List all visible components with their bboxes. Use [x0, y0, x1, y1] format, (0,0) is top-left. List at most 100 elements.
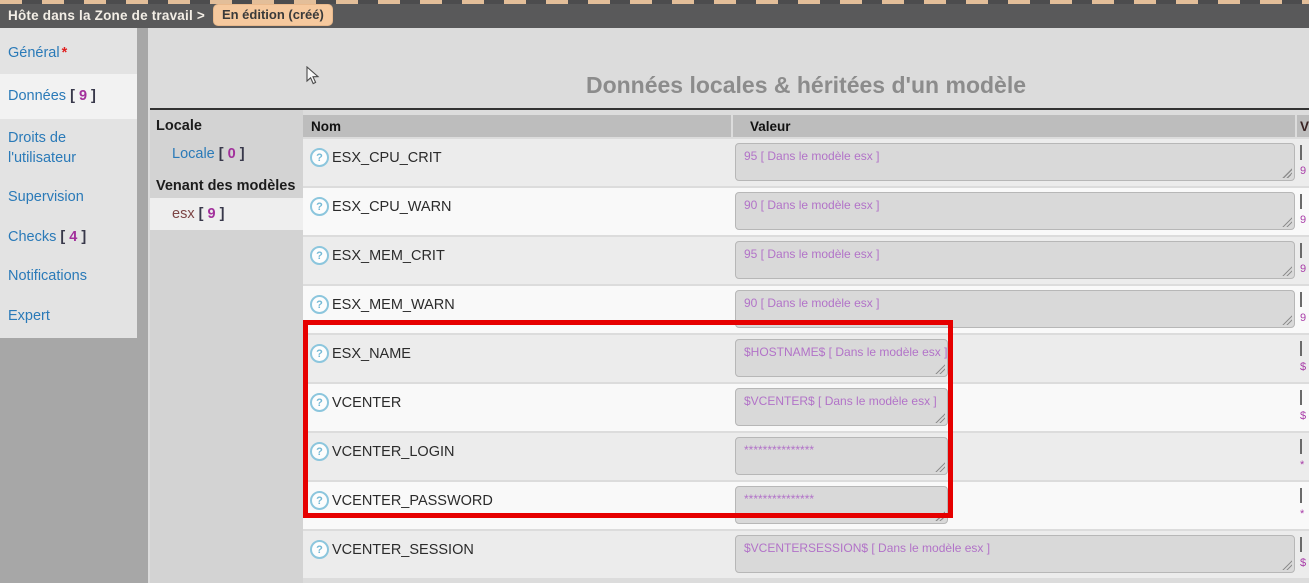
- clipped-textarea-edge: [1300, 537, 1302, 552]
- clipped-inherited-value: $: [1300, 557, 1306, 569]
- value-textarea[interactable]: $VCENTER$ [ Dans le modèle esx ]: [735, 388, 948, 426]
- item-label: Données: [8, 88, 66, 104]
- help-icon[interactable]: ?: [310, 148, 329, 167]
- breadcrumb: Hôte dans la Zone de travail >: [8, 8, 205, 23]
- value-textarea[interactable]: $VCENTERSESSION$ [ Dans le modèle esx ]: [735, 535, 1295, 573]
- item-label: Droits de l'utilisateur: [8, 130, 76, 166]
- inherited-value-cell-clipped: 9: [1297, 286, 1309, 333]
- value-textarea[interactable]: $HOSTNAME$ [ Dans le modèle esx ]: [735, 339, 948, 377]
- help-icon[interactable]: ?: [310, 295, 329, 314]
- clipped-inherited-value: 9: [1300, 214, 1306, 226]
- inherited-value-cell-clipped: $: [1297, 335, 1309, 382]
- resize-grip-icon[interactable]: [1282, 168, 1292, 178]
- help-icon[interactable]: ?: [310, 246, 329, 265]
- item-label: esx: [172, 206, 195, 222]
- item-count: 9: [207, 206, 215, 222]
- column-header-valeur: Valeur: [733, 115, 1295, 137]
- resize-grip-icon[interactable]: [1282, 560, 1292, 570]
- sidebar-item-notifications[interactable]: Notifications: [0, 257, 137, 297]
- table-row: ?VCENTER_LOGIN****************: [303, 433, 1309, 480]
- item-count: ]: [77, 229, 86, 245]
- value-textarea[interactable]: 90 [ Dans le modèle esx ]: [735, 290, 1295, 328]
- item-count: [: [195, 206, 208, 222]
- variable-name: ESX_MEM_WARN: [332, 297, 455, 313]
- help-icon[interactable]: ?: [310, 344, 329, 363]
- item-label: Expert: [8, 308, 50, 324]
- clipped-textarea-edge: [1300, 194, 1302, 209]
- item-label: Checks: [8, 229, 56, 245]
- variable-name: ESX_NAME: [332, 346, 411, 362]
- variable-name: ESX_MEM_CRIT: [332, 248, 445, 264]
- column-header-clipped: V: [1297, 115, 1309, 137]
- value-textarea[interactable]: ***************: [735, 486, 948, 524]
- clipped-inherited-value: $: [1300, 361, 1306, 373]
- panel-item-locale[interactable]: Locale [ 0 ]: [150, 138, 303, 170]
- clipped-textarea-edge: [1300, 145, 1302, 160]
- status-badge: En édition (créé): [213, 4, 333, 26]
- item-count: [: [215, 146, 228, 162]
- help-icon[interactable]: ?: [310, 540, 329, 559]
- value-textarea[interactable]: 95 [ Dans le modèle esx ]: [735, 241, 1295, 279]
- variable-name: VCENTER_PASSWORD: [332, 493, 493, 509]
- value-textarea[interactable]: ***************: [735, 437, 948, 475]
- inherited-value-cell-clipped: 9: [1297, 237, 1309, 284]
- app-window: Hôte dans la Zone de travail > En éditio…: [0, 0, 1309, 583]
- inherited-value-cell-clipped: $: [1297, 531, 1309, 578]
- item-label: Supervision: [8, 189, 84, 205]
- variable-name: ESX_CPU_WARN: [332, 199, 452, 215]
- item-label: Locale: [172, 146, 215, 162]
- column-header-nom: Nom: [303, 115, 731, 137]
- required-asterisk: *: [62, 45, 68, 61]
- sidebar-item-supervision[interactable]: Supervision: [0, 178, 137, 218]
- item-count: [: [66, 88, 79, 104]
- sidebar-item-expert[interactable]: Expert: [0, 297, 137, 337]
- clipped-inherited-value: 9: [1300, 165, 1306, 177]
- table-row: ?ESX_MEM_WARN 90 [ Dans le modèle esx ] 9: [303, 286, 1309, 333]
- help-icon[interactable]: ?: [310, 197, 329, 216]
- clipped-inherited-value: 9: [1300, 312, 1306, 324]
- clipped-textarea-edge: [1300, 292, 1302, 307]
- item-count: 0: [228, 146, 236, 162]
- variable-name: VCENTER_LOGIN: [332, 444, 454, 460]
- clipped-inherited-value: *: [1300, 459, 1304, 471]
- resize-grip-icon[interactable]: [935, 364, 945, 374]
- sidebar-item-droits[interactable]: Droits de l'utilisateur: [0, 119, 137, 178]
- resize-grip-icon[interactable]: [935, 462, 945, 472]
- table-row: ?ESX_CPU_CRIT95 [ Dans le modèle esx ]9: [303, 139, 1309, 186]
- panel-section-header: Locale: [150, 110, 303, 138]
- clipped-inherited-value: $: [1300, 410, 1306, 422]
- resize-grip-icon[interactable]: [935, 413, 945, 423]
- variable-name: VCENTER_SESSION: [332, 542, 474, 558]
- table-row: ?ESX_NAME $HOSTNAME$ [ Dans le modèle esx…: [303, 335, 1309, 382]
- help-icon[interactable]: ?: [310, 491, 329, 510]
- resize-grip-icon[interactable]: [935, 511, 945, 521]
- help-icon[interactable]: ?: [310, 393, 329, 412]
- inherited-value-cell-clipped: 9: [1297, 139, 1309, 186]
- inherited-value-cell-clipped: *: [1297, 433, 1309, 480]
- clipped-textarea-edge: [1300, 488, 1302, 503]
- resize-grip-icon[interactable]: [1282, 266, 1292, 276]
- item-label: Général: [8, 45, 60, 61]
- value-textarea[interactable]: 90 [ Dans le modèle esx ]: [735, 192, 1295, 230]
- sidebar-item-general[interactable]: Général*: [0, 34, 137, 74]
- table-row: ?VCENTER_PASSWORD****************: [303, 482, 1309, 529]
- inherited-value-cell-clipped: *: [1297, 482, 1309, 529]
- top-bar: Hôte dans la Zone de travail > En éditio…: [0, 0, 1309, 28]
- help-icon[interactable]: ?: [310, 442, 329, 461]
- panel-item-esx[interactable]: esx [ 9 ]: [150, 198, 303, 230]
- item-count: [: [56, 229, 69, 245]
- sidebar-item-donnees[interactable]: Données [ 9 ]: [0, 74, 137, 120]
- table-header: Nom Valeur V: [303, 115, 1309, 137]
- sidebar-item-checks[interactable]: Checks [ 4 ]: [0, 218, 137, 258]
- item-label: Notifications: [8, 268, 87, 284]
- item-count: ]: [87, 88, 96, 104]
- resize-grip-icon[interactable]: [1282, 217, 1292, 227]
- clipped-inherited-value: *: [1300, 508, 1304, 520]
- clipped-inherited-value: 9: [1300, 263, 1306, 275]
- sidebar: Général*Données [ 9 ]Droits de l'utilisa…: [0, 28, 137, 338]
- item-count: 9: [79, 88, 87, 104]
- value-textarea[interactable]: 95 [ Dans le modèle esx ]: [735, 143, 1295, 181]
- item-count: ]: [216, 206, 225, 222]
- resize-grip-icon[interactable]: [1282, 315, 1292, 325]
- clipped-textarea-edge: [1300, 439, 1302, 454]
